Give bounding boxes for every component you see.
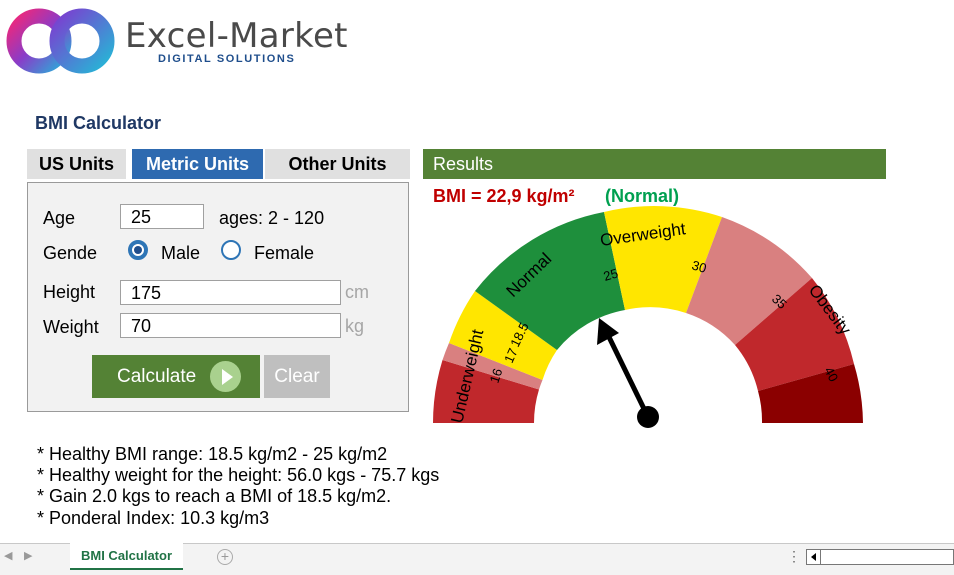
add-sheet-icon[interactable]: + bbox=[217, 549, 233, 565]
play-icon bbox=[210, 361, 241, 392]
page-title: BMI Calculator bbox=[35, 113, 162, 133]
logo-mark-icon bbox=[6, 8, 115, 74]
weight-label: Weight bbox=[43, 317, 99, 337]
gender-label: Gende bbox=[43, 243, 98, 263]
age-hint: ages: 2 - 120 bbox=[219, 208, 325, 228]
bmi-value: BMI = 22,9 kg/m² bbox=[433, 186, 575, 206]
weight-input[interactable]: 70 bbox=[120, 313, 341, 338]
note-healthy-range: * Healthy BMI range: 18.5 kg/m2 - 25 kg/… bbox=[37, 444, 388, 464]
note-ponderal: * Ponderal Index: 10.3 kg/m3 bbox=[37, 508, 270, 528]
male-label: Male bbox=[161, 243, 201, 263]
age-label: Age bbox=[43, 208, 76, 228]
gauge-needle-hub bbox=[637, 406, 659, 428]
brand-tagline: DIGITAL SOLUTIONS bbox=[158, 53, 296, 65]
gauge-needle bbox=[606, 335, 651, 419]
female-radio[interactable] bbox=[221, 240, 241, 260]
calculate-label: Calculate bbox=[117, 365, 197, 387]
scroll-left-icon[interactable] bbox=[807, 550, 821, 564]
tab-metric-units[interactable]: Metric Units bbox=[132, 149, 263, 179]
sheet-tab-bmi[interactable]: BMI Calculator bbox=[70, 543, 183, 570]
bmi-classification: (Normal) bbox=[605, 186, 680, 206]
scroll-split-handle[interactable]: ⋮ bbox=[787, 548, 801, 565]
note-gain: * Gain 2.0 kgs to reach a BMI of 18.5 kg… bbox=[37, 486, 392, 506]
height-input[interactable]: 175 bbox=[120, 280, 341, 305]
height-label: Height bbox=[43, 282, 96, 302]
clear-button[interactable]: Clear bbox=[264, 355, 330, 398]
bmi-gauge: Underweight Normal Overweight Obesity 16… bbox=[433, 206, 863, 428]
brand-name: Excel-Market bbox=[125, 16, 348, 56]
note-healthy-weight: * Healthy weight for the height: 56.0 kg… bbox=[37, 465, 440, 485]
age-input[interactable]: 25 bbox=[120, 204, 204, 229]
female-label: Female bbox=[254, 243, 315, 263]
tab-us-units[interactable]: US Units bbox=[27, 149, 126, 179]
weight-unit: kg bbox=[345, 316, 365, 336]
sheet-next-icon[interactable]: ▶ bbox=[24, 549, 32, 562]
gauge-needle-tip bbox=[597, 318, 619, 345]
horizontal-scrollbar[interactable] bbox=[806, 549, 954, 565]
sheet-prev-icon[interactable]: ◀ bbox=[4, 549, 12, 562]
results-header: Results bbox=[423, 149, 886, 179]
calculate-button[interactable]: Calculate bbox=[92, 355, 260, 398]
height-unit: cm bbox=[345, 282, 369, 302]
tab-other-units[interactable]: Other Units bbox=[265, 149, 410, 179]
male-radio[interactable] bbox=[128, 240, 148, 260]
